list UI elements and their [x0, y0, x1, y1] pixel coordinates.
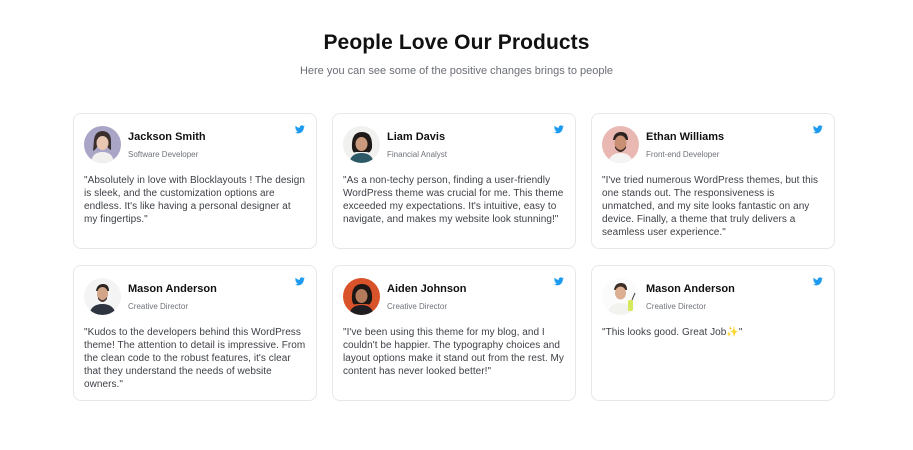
twitter-icon[interactable] — [813, 277, 823, 286]
testimonial-quote: "I've been using this theme for my blog,… — [343, 327, 564, 377]
testimonial-card: Ethan Williams Front-end Developer "I've… — [591, 113, 835, 249]
author-name: Mason Anderson — [646, 282, 735, 295]
card-header: Ethan Williams Front-end Developer — [602, 125, 824, 163]
author-name: Jackson Smith — [128, 130, 206, 143]
twitter-icon[interactable] — [813, 125, 823, 134]
avatar — [84, 277, 121, 315]
avatar — [84, 125, 121, 163]
testimonial-card: Mason Anderson Creative Director "This l… — [591, 265, 835, 401]
author-name: Mason Anderson — [128, 282, 217, 295]
avatar — [602, 125, 639, 163]
twitter-icon[interactable] — [295, 125, 305, 134]
author-role: Front-end Developer — [646, 149, 720, 159]
avatar — [602, 277, 639, 315]
card-header: Mason Anderson Creative Director — [602, 277, 824, 315]
testimonial-quote: "Kudos to the developers behind this Wor… — [84, 327, 306, 390]
author-role: Creative Director — [646, 301, 707, 311]
author-role: Software Developer — [128, 149, 199, 159]
testimonial-quote: "As a non-techy person, finding a user-f… — [343, 175, 564, 225]
author-name: Liam Davis — [387, 130, 446, 143]
testimonial-card: Aiden Johnson Creative Director "I've be… — [332, 265, 576, 401]
card-header: Liam Davis Financial Analyst — [343, 125, 565, 163]
testimonials-section: People Love Our Products Here you can se… — [0, 0, 913, 450]
testimonial-quote: "Absolutely in love with Blocklayouts ! … — [84, 175, 305, 225]
twitter-icon[interactable] — [554, 125, 564, 134]
testimonial-card: Liam Davis Financial Analyst "As a non-t… — [332, 113, 576, 249]
section-title: People Love Our Products — [323, 31, 590, 54]
author-name: Ethan Williams — [646, 130, 725, 143]
card-header: Jackson Smith Software Developer — [84, 125, 306, 163]
author-name: Aiden Johnson — [387, 282, 467, 295]
avatar — [343, 277, 380, 315]
twitter-icon[interactable] — [295, 277, 305, 286]
author-role: Creative Director — [387, 301, 448, 311]
author-role: Creative Director — [128, 301, 189, 311]
twitter-icon[interactable] — [554, 277, 564, 286]
testimonial-grid: Jackson Smith Software Developer "Absolu… — [73, 113, 835, 401]
testimonial-card: Jackson Smith Software Developer "Absolu… — [73, 113, 317, 249]
author-role: Financial Analyst — [387, 149, 448, 159]
testimonial-quote: "This looks good. Great Job✨" — [602, 327, 743, 338]
section-subtitle: Here you can see some of the positive ch… — [299, 65, 614, 77]
avatar — [343, 125, 380, 163]
card-header: Aiden Johnson Creative Director — [343, 277, 565, 315]
testimonial-quote: "I've tried numerous WordPress themes, b… — [602, 175, 819, 238]
card-header: Mason Anderson Creative Director — [84, 277, 306, 315]
testimonial-card: Mason Anderson Creative Director "Kudos … — [73, 265, 317, 401]
